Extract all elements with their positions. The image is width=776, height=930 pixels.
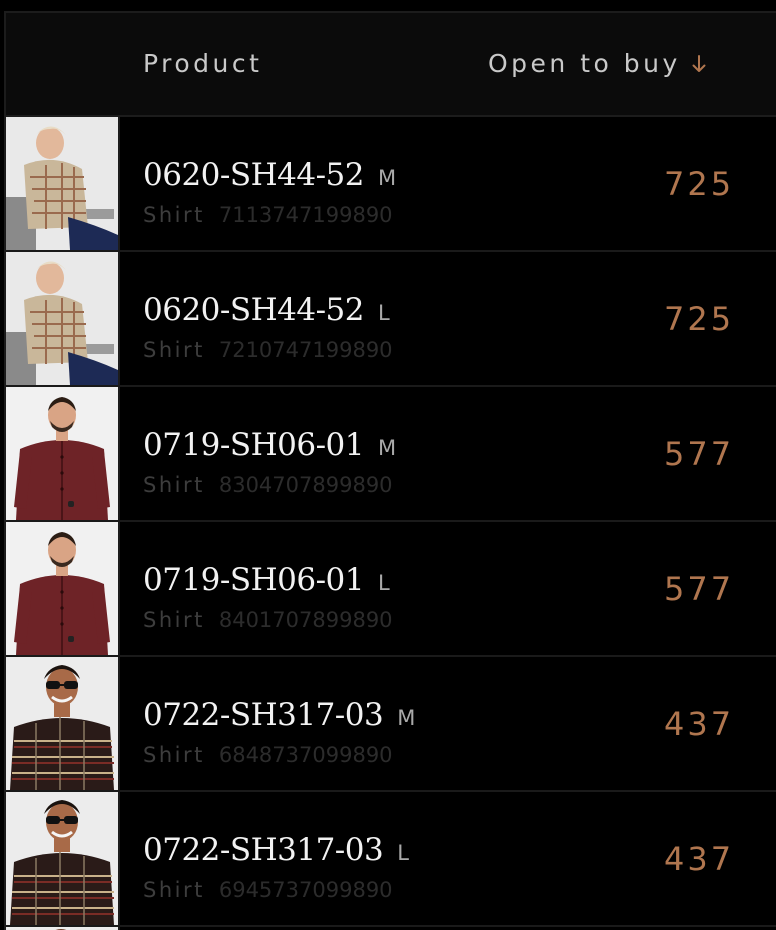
table-row[interactable]: 0722-SH317-03 M Shirt 6848737099890 437 bbox=[6, 657, 776, 792]
barcode-label: 7210747199890 bbox=[218, 338, 393, 362]
product-thumbnail bbox=[6, 117, 120, 250]
sku-code: 0620-SH44-52 bbox=[143, 157, 365, 193]
product-meta: Shirt 8401707899890 bbox=[143, 608, 393, 632]
open-to-buy-value: 437 bbox=[664, 840, 735, 878]
category-label: Shirt bbox=[143, 878, 205, 902]
open-to-buy-value: 437 bbox=[664, 705, 735, 743]
barcode-label: 8401707899890 bbox=[218, 608, 393, 632]
column-header-open-to-buy[interactable]: Open to buy bbox=[488, 49, 707, 80]
product-meta: Shirt 6848737099890 bbox=[143, 743, 393, 767]
product-thumbnail bbox=[6, 522, 120, 655]
category-label: Shirt bbox=[143, 608, 205, 632]
barcode-label: 6848737099890 bbox=[218, 743, 393, 767]
product-thumbnail bbox=[6, 657, 120, 790]
product-sku: 0620-SH44-52 M bbox=[143, 157, 397, 193]
table-row[interactable]: 0719-SH06-01 L Shirt 8401707899890 577 bbox=[6, 522, 776, 657]
product-meta: Shirt 7210747199890 bbox=[143, 338, 393, 362]
table-row[interactable]: 0722-SH317-03 L Shirt 6945737099890 437 bbox=[6, 792, 776, 927]
table-row[interactable]: 0620-SH44-52 M Shirt 7113747199890 725 bbox=[6, 117, 776, 252]
sku-code: 0719-SH06-01 bbox=[143, 427, 365, 463]
open-to-buy-table: Product Open to buy 0620-SH44-52 M Shirt… bbox=[4, 11, 776, 930]
open-to-buy-value: 725 bbox=[664, 300, 735, 338]
open-to-buy-value: 577 bbox=[664, 570, 735, 608]
product-sku: 0722-SH317-03 L bbox=[143, 832, 410, 868]
category-label: Shirt bbox=[143, 338, 205, 362]
product-sku: 0719-SH06-01 L bbox=[143, 562, 391, 598]
size-label: M bbox=[378, 436, 398, 460]
barcode-label: 6945737099890 bbox=[218, 878, 393, 902]
size-label: L bbox=[378, 301, 391, 325]
product-meta: Shirt 8304707899890 bbox=[143, 473, 393, 497]
product-thumbnail bbox=[6, 252, 120, 385]
product-thumbnail bbox=[6, 792, 120, 925]
open-to-buy-value: 577 bbox=[664, 435, 735, 473]
table-row[interactable]: 0620-SH44-52 L Shirt 7210747199890 725 bbox=[6, 252, 776, 387]
column-header-open-to-buy-label: Open to buy bbox=[488, 49, 681, 78]
size-label: M bbox=[378, 166, 398, 190]
category-label: Shirt bbox=[143, 203, 205, 227]
product-meta: Shirt 6945737099890 bbox=[143, 878, 393, 902]
product-sku: 0620-SH44-52 L bbox=[143, 292, 391, 328]
column-header-product[interactable]: Product bbox=[143, 49, 262, 78]
sku-code: 0722-SH317-03 bbox=[143, 832, 384, 868]
sku-code: 0722-SH317-03 bbox=[143, 697, 384, 733]
size-label: M bbox=[397, 706, 417, 730]
barcode-label: 8304707899890 bbox=[218, 473, 393, 497]
product-thumbnail bbox=[6, 387, 120, 520]
size-label: L bbox=[397, 841, 410, 865]
barcode-label: 7113747199890 bbox=[218, 203, 393, 227]
product-sku: 0722-SH317-03 M bbox=[143, 697, 416, 733]
size-label: L bbox=[378, 571, 391, 595]
product-sku: 0719-SH06-01 M bbox=[143, 427, 397, 463]
table-header: Product Open to buy bbox=[6, 13, 776, 117]
sku-code: 0620-SH44-52 bbox=[143, 292, 365, 328]
product-meta: Shirt 7113747199890 bbox=[143, 203, 393, 227]
open-to-buy-value: 725 bbox=[664, 165, 735, 203]
arrow-down-icon[interactable] bbox=[691, 51, 707, 80]
category-label: Shirt bbox=[143, 473, 205, 497]
sku-code: 0719-SH06-01 bbox=[143, 562, 365, 598]
table-row[interactable]: 0719-SH06-01 M Shirt 8304707899890 577 bbox=[6, 387, 776, 522]
product-list-screen: Product Open to buy 0620-SH44-52 M Shirt… bbox=[0, 0, 776, 930]
category-label: Shirt bbox=[143, 743, 205, 767]
